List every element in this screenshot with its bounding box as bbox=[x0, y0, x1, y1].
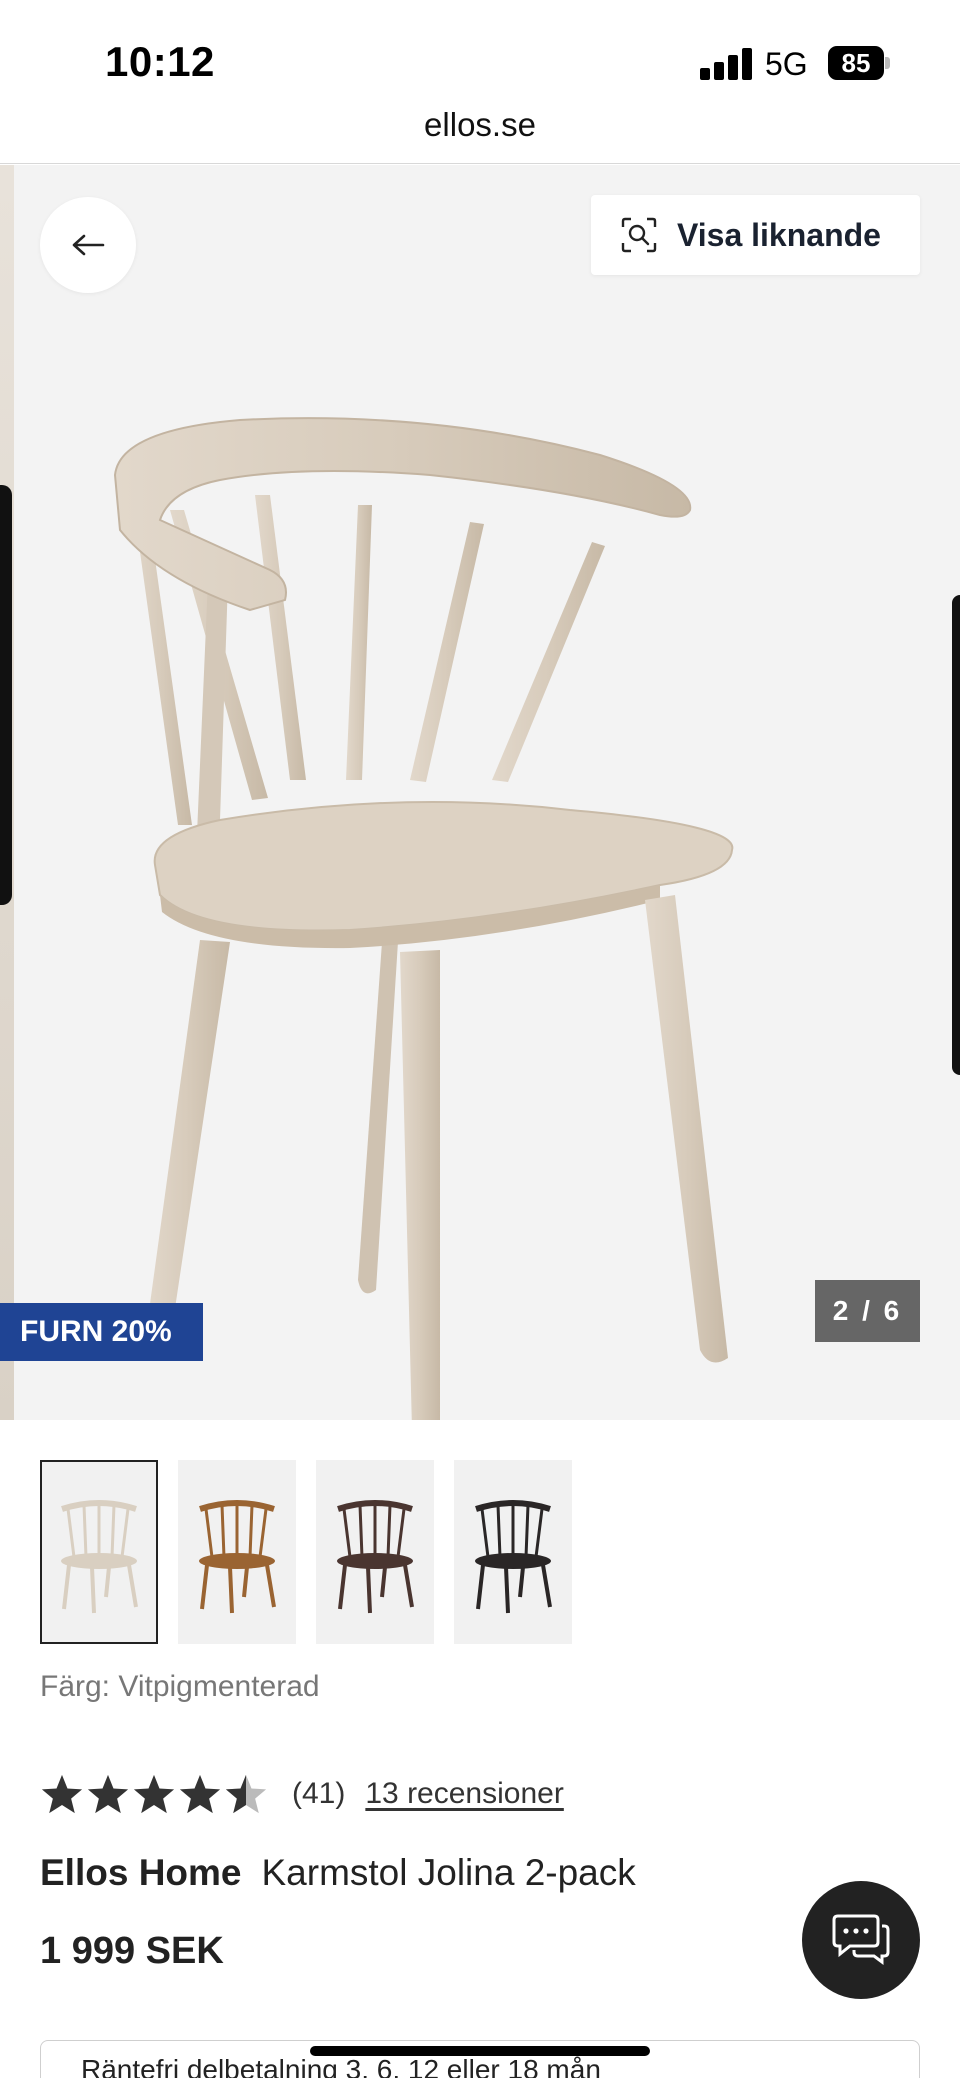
visa-liknande-label: Visa liknande bbox=[677, 216, 881, 253]
thumbnail-variant-3[interactable] bbox=[316, 1460, 434, 1644]
image-counter: 2 / 6 bbox=[815, 1280, 920, 1342]
star-icon bbox=[133, 1774, 175, 1814]
star-icon bbox=[179, 1774, 221, 1814]
arrow-left-icon bbox=[72, 234, 105, 256]
previous-image-peek bbox=[0, 165, 14, 1420]
signal-icon bbox=[700, 48, 752, 80]
chair-thumbnail-image bbox=[61, 1500, 138, 1614]
status-bar: 10:12 5G 85 bbox=[0, 0, 960, 110]
color-label: Färg: Vitpigmenterad bbox=[40, 1670, 320, 1703]
brand-name[interactable]: Ellos Home bbox=[40, 1852, 242, 1893]
url-bar[interactable]: ellos.se bbox=[0, 100, 960, 164]
chat-icon bbox=[832, 1914, 890, 1965]
chair-thumbnail-image bbox=[337, 1500, 414, 1614]
thumbnail-variant-1[interactable] bbox=[40, 1460, 158, 1644]
product-image-gallery[interactable]: Visa liknande FURN 20% 2 / 6 bbox=[0, 165, 960, 1420]
thumbnail-strip bbox=[40, 1460, 572, 1644]
chair-thumbnail-image bbox=[475, 1500, 552, 1614]
thumbnail-variant-2[interactable] bbox=[178, 1460, 296, 1644]
battery-level: 85 bbox=[828, 46, 884, 80]
half-star-icon bbox=[225, 1774, 267, 1814]
product-price: 1 999 SEK bbox=[40, 1930, 224, 1972]
chair-thumbnail-image bbox=[199, 1500, 276, 1614]
reviews-link[interactable]: 13 recensioner bbox=[365, 1777, 563, 1811]
visa-liknande-button[interactable]: Visa liknande bbox=[591, 195, 920, 275]
home-indicator bbox=[310, 2046, 650, 2056]
thumbnail-variant-4[interactable] bbox=[454, 1460, 572, 1644]
next-image-peek bbox=[950, 165, 960, 1420]
star-icon bbox=[87, 1774, 129, 1814]
star-icon bbox=[41, 1774, 83, 1814]
back-button[interactable] bbox=[40, 197, 136, 293]
status-time: 10:12 bbox=[105, 38, 215, 85]
chair-image bbox=[113, 417, 734, 1420]
rating-count: (41) bbox=[292, 1777, 346, 1810]
product-title: Ellos Home Karmstol Jolina 2-pack bbox=[40, 1852, 636, 1894]
visual-search-icon bbox=[621, 217, 657, 253]
rating-row: (41) 13 recensioner bbox=[40, 1772, 564, 1816]
star-rating bbox=[40, 1773, 268, 1815]
chat-button[interactable] bbox=[802, 1881, 920, 1999]
battery-icon: 85 bbox=[828, 46, 890, 80]
product-name: Karmstol Jolina 2-pack bbox=[261, 1852, 636, 1893]
network-type: 5G bbox=[765, 46, 808, 82]
discount-badge: FURN 20% bbox=[0, 1303, 203, 1361]
